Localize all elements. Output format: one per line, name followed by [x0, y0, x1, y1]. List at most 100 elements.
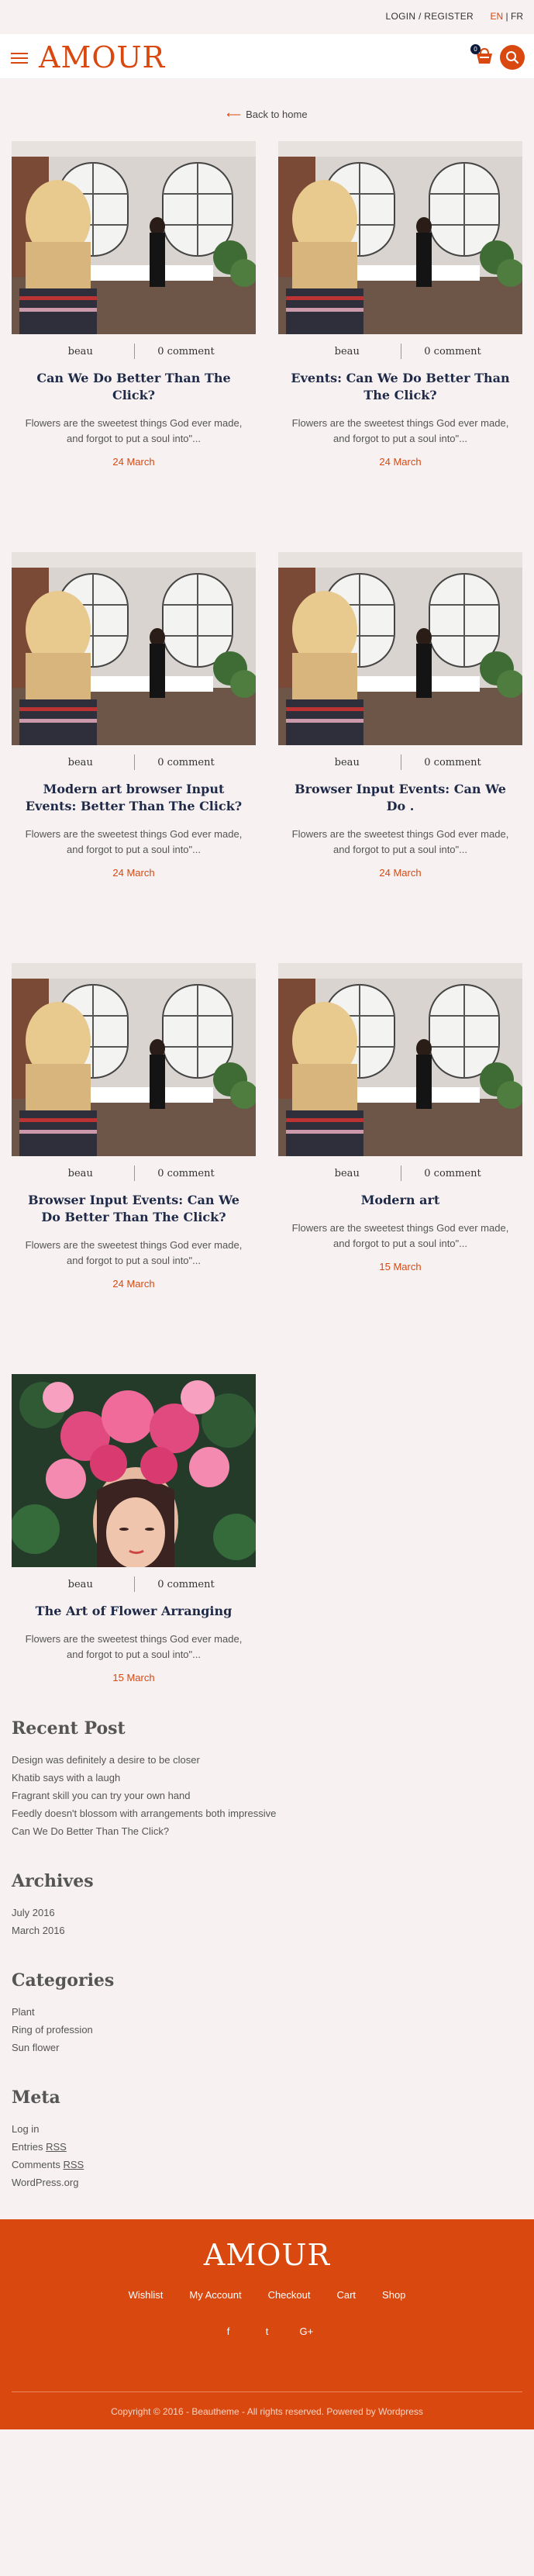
twitter-icon[interactable]: t: [261, 2326, 274, 2337]
post-thumbnail[interactable]: [12, 963, 256, 1156]
post-comments[interactable]: 0 comment: [402, 346, 503, 357]
post-title[interactable]: Modern art: [278, 1192, 522, 1209]
post-card: beau 0 comment Can We Do Better Than The…: [12, 141, 256, 513]
recent-post-link[interactable]: Design was definitely a desire to be clo…: [12, 1751, 522, 1769]
post-date: 15 March: [112, 1672, 155, 1683]
post-meta: beau 0 comment: [12, 334, 256, 370]
post-card: beau 0 comment Modern art browser Input …: [12, 552, 256, 924]
recent-post-link[interactable]: Fragrant skill you can try your own hand: [12, 1787, 522, 1804]
post-author[interactable]: beau: [278, 1168, 401, 1179]
post-thumbnail[interactable]: [12, 1374, 256, 1567]
sidebar-widgets: Recent Post Design was definitely a desi…: [0, 1718, 534, 2191]
post-title[interactable]: The Art of Flower Arranging: [12, 1603, 256, 1620]
post-excerpt: Flowers are the sweetest things God ever…: [25, 1633, 243, 1660]
google-plus-icon[interactable]: G+: [300, 2326, 314, 2337]
login-link[interactable]: Log in: [12, 2120, 522, 2138]
entries-rss-link[interactable]: Entries RSS: [12, 2138, 522, 2156]
post-thumbnail[interactable]: [12, 141, 256, 334]
facebook-icon[interactable]: f: [222, 2326, 235, 2337]
footer-nav: Wishlist My Account Checkout Cart Shop: [0, 2289, 534, 2301]
comments-rss-link[interactable]: Comments RSS: [12, 2156, 522, 2174]
footer-link-wishlist[interactable]: Wishlist: [129, 2289, 164, 2301]
footer-link-shop[interactable]: Shop: [382, 2289, 405, 2301]
recent-post-link[interactable]: Khatib says with a laugh: [12, 1769, 522, 1787]
widget-title: Archives: [12, 1871, 94, 1891]
search-icon[interactable]: [500, 45, 525, 70]
archives-widget: Archives July 2016 March 2016: [12, 1871, 522, 1939]
post-title[interactable]: Browser Input Events: Can We Do .: [278, 781, 522, 815]
footer-link-my-account[interactable]: My Account: [189, 2289, 241, 2301]
post-meta: beau 0 comment: [12, 745, 256, 781]
footer-link-checkout[interactable]: Checkout: [268, 2289, 311, 2301]
post-author[interactable]: beau: [12, 1579, 134, 1590]
post-comments[interactable]: 0 comment: [402, 757, 503, 768]
post-excerpt: Flowers are the sweetest things God ever…: [291, 417, 509, 444]
rss-abbr: RSS: [63, 2159, 84, 2170]
post-excerpt: Flowers are the sweetest things God ever…: [25, 828, 243, 855]
post-comments[interactable]: 0 comment: [136, 757, 236, 768]
post-meta: beau 0 comment: [278, 334, 522, 370]
lang-fr-link[interactable]: FR: [511, 11, 523, 22]
archive-link[interactable]: March 2016: [12, 1922, 522, 1939]
post-date: 24 March: [379, 456, 422, 468]
recent-post-link[interactable]: Feedly doesn't blossom with arrangements…: [12, 1804, 522, 1822]
post-comments[interactable]: 0 comment: [136, 1579, 236, 1590]
post-author[interactable]: beau: [278, 346, 401, 357]
post-card: beau 0 comment Modern art Flowers are th…: [278, 963, 522, 1335]
entries-label: Entries: [12, 2141, 47, 2153]
post-author[interactable]: beau: [278, 757, 401, 768]
post-date: 24 March: [112, 867, 155, 879]
post-author[interactable]: beau: [12, 757, 134, 768]
footer-divider: [12, 2391, 522, 2392]
post-date: 24 March: [112, 456, 155, 468]
menu-icon[interactable]: [11, 53, 28, 64]
post-thumbnail[interactable]: [278, 963, 522, 1156]
meta-divider: [134, 1165, 135, 1181]
post-comments[interactable]: 0 comment: [402, 1168, 503, 1179]
post-meta: beau 0 comment: [12, 1156, 256, 1192]
widget-title: Meta: [12, 2087, 60, 2108]
category-link[interactable]: Ring of profession: [12, 2021, 522, 2039]
cart-count-badge: 0: [470, 44, 481, 54]
login-register-link[interactable]: LOGIN / REGISTER: [386, 11, 474, 22]
site-logo[interactable]: AMOUR: [39, 40, 165, 74]
post-author[interactable]: beau: [12, 346, 134, 357]
post-title[interactable]: Modern art browser Input Events: Better …: [12, 781, 256, 815]
meta-divider: [134, 754, 135, 770]
post-card: beau 0 comment Browser Input Events: Can…: [278, 552, 522, 924]
post-excerpt: Flowers are the sweetest things God ever…: [291, 828, 509, 855]
post-title[interactable]: Can We Do Better Than The Click?: [12, 370, 256, 404]
archive-link[interactable]: July 2016: [12, 1904, 522, 1922]
post-excerpt: Flowers are the sweetest things God ever…: [291, 1222, 509, 1249]
categories-widget: Categories Plant Ring of profession Sun …: [12, 1970, 522, 2056]
post-comments[interactable]: 0 comment: [136, 1168, 236, 1179]
footer-logo[interactable]: AMOUR: [0, 2219, 534, 2272]
post-title[interactable]: Events: Can We Do Better Than The Click?: [278, 370, 522, 404]
widget-title: Categories: [12, 1970, 115, 1991]
meta-widget: Meta Log in Entries RSS Comments RSS Wor…: [12, 2087, 522, 2191]
back-to-home[interactable]: ⟵ Back to home: [0, 109, 534, 124]
lang-en-link[interactable]: EN: [491, 11, 504, 22]
top-bar: LOGIN / REGISTER EN | FR: [0, 0, 534, 34]
comments-label: Comments: [12, 2159, 64, 2170]
wordpress-link[interactable]: WordPress.org: [12, 2174, 522, 2191]
footer-link-cart[interactable]: Cart: [336, 2289, 356, 2301]
post-title[interactable]: Browser Input Events: Can We Do Better T…: [12, 1192, 256, 1226]
post-card: beau 0 comment Events: Can We Do Better …: [278, 141, 522, 513]
lang-separator: |: [503, 11, 511, 22]
post-thumbnail[interactable]: [12, 552, 256, 745]
back-label: Back to home: [246, 109, 308, 120]
post-thumbnail[interactable]: [278, 141, 522, 334]
post-thumbnail[interactable]: [278, 552, 522, 745]
post-meta: beau 0 comment: [12, 1567, 256, 1603]
arrow-left-icon: ⟵: [226, 109, 242, 120]
post-author[interactable]: beau: [12, 1168, 134, 1179]
meta-divider: [134, 1576, 135, 1592]
post-comments[interactable]: 0 comment: [136, 346, 236, 357]
social-links: f t G+: [0, 2326, 534, 2337]
post-card: beau 0 comment Browser Input Events: Can…: [12, 963, 256, 1335]
category-link[interactable]: Plant: [12, 2003, 522, 2021]
category-link[interactable]: Sun flower: [12, 2039, 522, 2056]
cart-icon[interactable]: 0: [470, 44, 495, 68]
recent-post-link[interactable]: Can We Do Better Than The Click?: [12, 1822, 522, 1840]
